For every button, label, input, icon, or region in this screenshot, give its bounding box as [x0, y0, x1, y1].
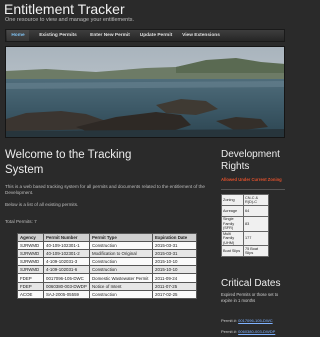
critical-permit-item: Permit #: 0017096-105-DWC	[221, 318, 273, 323]
cell-permit-type: Construction	[89, 241, 153, 251]
cell-agency: FDEP	[17, 273, 44, 283]
zoning-key: Multi Family (UHM)	[221, 230, 244, 246]
welcome-heading: Welcome to the Tracking System	[5, 149, 132, 176]
zoning-row: Boat Slips 75 Boat Slips	[221, 245, 269, 257]
zoning-key: Zoning	[221, 194, 244, 206]
site-title: Entitlement Tracker	[4, 1, 125, 17]
site-header: Entitlement Tracker One resource to view…	[0, 0, 290, 30]
zoning-value: 64	[243, 205, 269, 217]
critical-permit-link[interactable]: 0060380-003-DWDP	[238, 329, 275, 334]
cell-permit-number: 40-109-102301-2	[43, 249, 90, 259]
zoning-value: CN-C & R(D)-C	[243, 194, 269, 206]
cell-permit-number: 4-109-102031-3	[43, 257, 90, 267]
coastline-photo	[6, 47, 284, 137]
cell-agency: SJRWMD	[17, 241, 44, 251]
nav-update-permit[interactable]: Update Permit	[138, 30, 174, 41]
cell-permit-type: Notice of Intent	[89, 281, 153, 291]
zoning-key: Acreage	[221, 205, 244, 217]
cell-permit-type: Construction	[89, 257, 153, 267]
zoning-key: Single Family (SFR)	[221, 216, 244, 232]
table-row[interactable]: SJRWMD 4-109-102031-3 Construction 2015-…	[17, 257, 197, 267]
allowed-zoning-label: Allowed Under Current Zoning	[221, 177, 282, 182]
zoning-value: 83	[243, 216, 269, 232]
table-row[interactable]: FDEP 0060380-003-DWDP Notice of Intent 2…	[17, 281, 197, 291]
cell-expiration: 2017-02-25	[152, 289, 197, 299]
col-permit-type: Permit Type	[89, 232, 153, 243]
cell-permit-type: Construction	[89, 265, 153, 275]
zoning-row: Zoning CN-C & R(D)-C	[221, 194, 269, 206]
zoning-value: 75 Boat Slips	[243, 245, 269, 257]
cell-expiration: 2011-07-25	[152, 281, 197, 291]
table-row[interactable]: SJRWMD 40-109-102301-1 Construction 2015…	[17, 241, 197, 251]
zoning-row: Multi Family (UHM) 177	[221, 230, 269, 246]
cell-agency: SJRWMD	[17, 257, 44, 267]
divider	[221, 189, 285, 190]
table-header-row: Agency Permit Number Permit Type Expirat…	[17, 232, 197, 243]
intro-paragraph: This is a web based tracking system for …	[5, 184, 205, 195]
nav-existing-permits[interactable]: Existing Permits	[36, 30, 80, 41]
cell-permit-type: Modification to Original	[89, 249, 153, 259]
table-row[interactable]: SJRWMD 40-109-102301-2 Modification to O…	[17, 249, 197, 259]
cell-agency: SJRWMD	[17, 265, 44, 275]
cell-expiration: 2015-10-10	[152, 265, 197, 275]
cell-expiration: 2015-03-31	[152, 249, 197, 259]
zoning-row: Single Family (SFR) 83	[221, 216, 269, 232]
permit-prefix: Permit #:	[221, 329, 238, 334]
site-tagline: One resource to view and manage your ent…	[5, 17, 135, 23]
critical-dates-description: Expired Permits or those set to expire i…	[221, 292, 279, 303]
cell-permit-number: 4-109-102031-6	[43, 265, 90, 275]
cell-expiration: 2015-03-31	[152, 241, 197, 251]
total-permits: Total Permits: 7	[5, 219, 37, 224]
critical-permit-item: Permit #: 0060380-003-DWDP	[221, 329, 275, 334]
cell-permit-number: 0060380-003-DWDP	[43, 281, 90, 291]
nav-enter-new-permit[interactable]: Enter New Permit	[88, 30, 132, 41]
cell-permit-type: Domestic Wastewater Permit	[89, 273, 153, 283]
cell-agency: FDEP	[17, 281, 44, 291]
table-row[interactable]: FDEP 0017096-105-DWC Domestic Wastewater…	[17, 273, 197, 283]
cell-expiration: 2011-09-24	[152, 273, 197, 283]
critical-dates-heading: Critical Dates	[221, 278, 281, 289]
zoning-row: Acreage 64	[221, 205, 269, 217]
cell-permit-number: 0017096-105-DWC	[43, 273, 90, 283]
list-intro: Below is a list of all existing permits.	[5, 202, 79, 207]
cell-agency: SJRWMD	[17, 249, 44, 259]
cell-permit-number: SAJ-2005-05559	[43, 289, 90, 299]
zoning-table: Zoning CN-C & R(D)-C Acreage 64 Single F…	[221, 194, 269, 257]
coastal-banner-image	[5, 46, 285, 138]
cell-agency: ACOE	[17, 289, 44, 299]
cell-permit-type: Construction	[89, 289, 153, 299]
col-permit-number: Permit Number	[43, 232, 90, 243]
development-rights-heading: Development Rights	[221, 149, 280, 172]
table-row[interactable]: SJRWMD 4-109-102031-6 Construction 2015-…	[17, 265, 197, 275]
col-expiration-date: Expiration Date	[152, 232, 197, 243]
main-nav: Home Existing Permits Enter New Permit U…	[5, 29, 285, 42]
permits-table: Agency Permit Number Permit Type Expirat…	[17, 232, 197, 299]
col-agency: Agency	[17, 232, 44, 243]
permit-prefix: Permit #:	[221, 318, 238, 323]
table-row[interactable]: ACOE SAJ-2005-05559 Construction 2017-02…	[17, 289, 197, 299]
cell-expiration: 2015-10-10	[152, 257, 197, 267]
cell-permit-number: 40-109-102301-1	[43, 241, 90, 251]
zoning-value: 177	[243, 230, 269, 246]
critical-permit-link[interactable]: 0017096-105-DWC	[238, 318, 272, 323]
zoning-key: Boat Slips	[221, 245, 244, 257]
nav-view-extensions[interactable]: View Extensions	[182, 30, 220, 41]
nav-home[interactable]: Home	[7, 30, 29, 41]
